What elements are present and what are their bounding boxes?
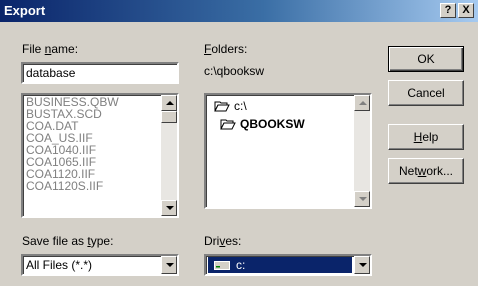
title-bar: Export ? X — [0, 0, 478, 22]
folder-path: c:\qbooksw — [204, 64, 265, 78]
scroll-up-button[interactable] — [161, 95, 177, 111]
chevron-down-icon — [166, 263, 174, 267]
help-title-button[interactable]: ? — [440, 3, 456, 18]
window-title: Export — [4, 3, 46, 18]
drives-dropdown-button[interactable] — [354, 256, 370, 274]
chevron-down-icon — [359, 263, 367, 267]
drives-value: c: — [236, 258, 246, 272]
ok-button[interactable]: OK — [388, 46, 464, 72]
scroll-down-button[interactable] — [354, 191, 370, 207]
save-type-value: All Files (*.*) — [26, 258, 93, 272]
folder-item-label: c:\ — [234, 99, 247, 113]
help-button[interactable]: Help — [388, 124, 464, 150]
arrow-down-icon — [166, 206, 174, 210]
folder-item-root[interactable]: c:\ — [214, 99, 247, 113]
file-name-value: database — [26, 66, 76, 80]
file-items: BUSINESS.QBW BUSTAX.SCD COA.DAT COA_US.IIF C… — [26, 96, 119, 192]
arrow-down-icon — [359, 197, 367, 201]
file-list[interactable]: BUSINESS.QBW BUSTAX.SCD COA.DAT COA_US.IIF C… — [21, 93, 179, 218]
arrow-up-icon — [359, 101, 367, 105]
cancel-button[interactable]: Cancel — [388, 80, 464, 106]
save-type-dropdown-button[interactable] — [161, 256, 177, 274]
arrow-up-icon — [166, 101, 174, 105]
open-folder-icon — [220, 119, 236, 129]
folders-label: Folders: — [204, 42, 248, 56]
network-button[interactable]: Network... — [388, 158, 464, 184]
scroll-thumb[interactable] — [161, 111, 177, 123]
save-type-label: Save file as type: — [22, 234, 114, 248]
drive-icon — [214, 261, 230, 270]
folder-tree-scrollbar[interactable] — [354, 95, 370, 207]
folder-tree[interactable]: c:\ QBOOKSW — [204, 93, 372, 209]
drives-label: Drives: — [204, 234, 242, 248]
file-name-label: File name: — [22, 42, 79, 56]
close-button[interactable]: X — [458, 3, 474, 18]
file-name-input[interactable]: database — [21, 62, 179, 84]
folder-item-qbooksw[interactable]: QBOOKSW — [220, 117, 305, 131]
drives-select[interactable]: c: — [204, 254, 372, 276]
save-type-select[interactable]: All Files (*.*) — [21, 254, 179, 276]
open-folder-icon — [214, 101, 230, 111]
scroll-down-button[interactable] — [161, 200, 177, 216]
list-item[interactable]: COA1120S.IIF — [26, 180, 119, 192]
scroll-up-button[interactable] — [354, 95, 370, 111]
drives-selected: c: — [208, 257, 352, 273]
file-list-scrollbar[interactable] — [161, 95, 177, 216]
folder-item-label: QBOOKSW — [240, 117, 305, 131]
